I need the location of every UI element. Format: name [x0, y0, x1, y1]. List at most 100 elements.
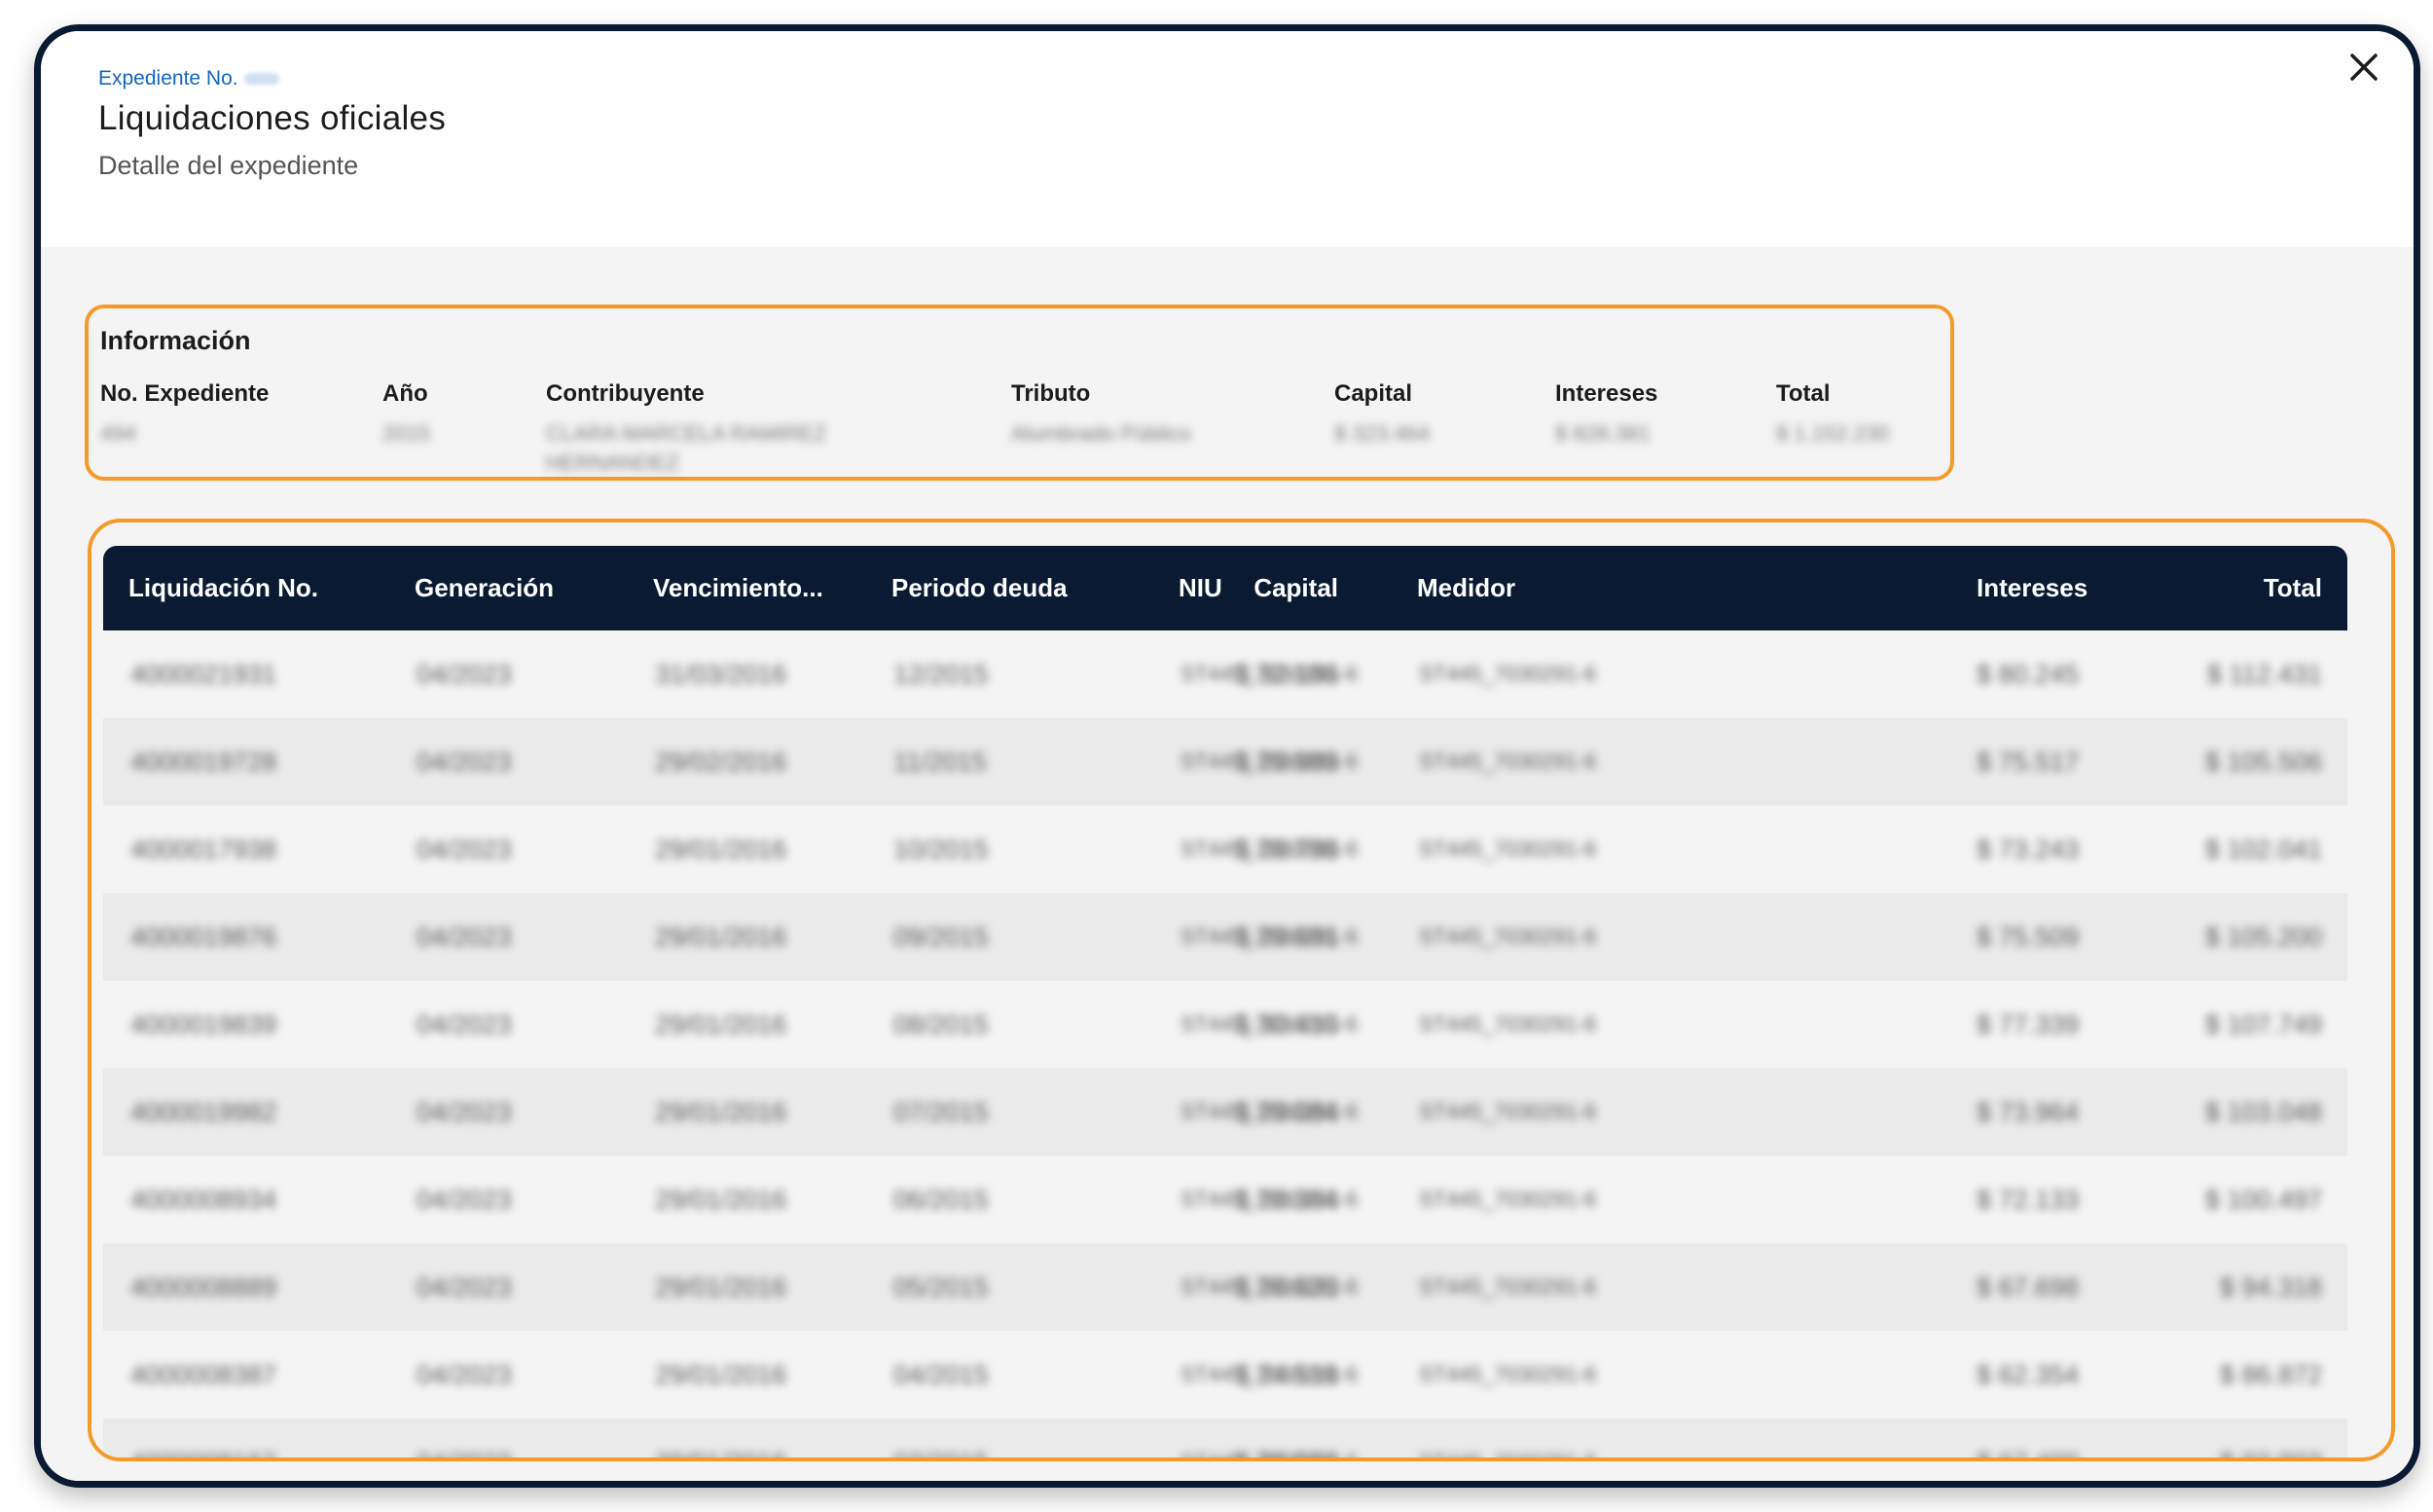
cell-vencimiento: 29/01/2016 — [655, 835, 787, 864]
cell-total: $ 86.872 — [2219, 1360, 2322, 1389]
info-label: Intereses — [1555, 380, 1658, 407]
cell-intereses: $ 75.509 — [1977, 922, 2080, 952]
info-field-anio: Año 2015 — [382, 380, 430, 449]
info-value: 2015 — [382, 421, 430, 446]
column-header-medidor[interactable]: Medidor — [1417, 546, 1515, 630]
cell-capital: $ 30.410 — [1235, 1010, 1338, 1039]
dialog-body: Información No. Expediente 494 Año 2015 … — [41, 247, 2414, 1481]
cell-liquidacion: 4000019839 — [130, 1010, 277, 1039]
column-header-capital[interactable]: Capital — [1253, 546, 1338, 630]
cell-medidor: ST445_7030291-6 — [1419, 837, 1597, 861]
cell-vencimiento: 29/01/2016 — [655, 1419, 786, 1458]
cell-medidor: ST445_7030291-6 — [1419, 662, 1597, 686]
column-header-periodo[interactable]: Periodo deuda — [891, 546, 1068, 630]
dialog-header: Expediente No. Liquidaciones oficiales D… — [41, 31, 2414, 247]
cell-capital: $ 29.691 — [1235, 922, 1338, 952]
cell-capital: $ 32.186 — [1235, 660, 1338, 689]
cell-total: $ 112.431 — [2206, 660, 2322, 689]
column-header-niu[interactable]: NIU — [1179, 546, 1222, 630]
cell-total: $ 100.497 — [2204, 1185, 2322, 1214]
cell-periodo: 04/2015 — [893, 1360, 989, 1389]
cell-medidor: ST445_7030291-6 — [1419, 1012, 1597, 1036]
liquidaciones-table[interactable]: Liquidación No. Generación Vencimiento..… — [103, 546, 2347, 1458]
cell-generacion: 04/2023 — [417, 1419, 512, 1458]
column-header-intereses[interactable]: Intereses — [1977, 546, 2088, 630]
cell-total: $ 102.041 — [2204, 835, 2322, 864]
cell-vencimiento: 29/01/2016 — [655, 922, 787, 952]
table-row[interactable]: 4000008387 04/2023 29/01/2016 04/2015 ST445_… — [103, 1331, 2347, 1419]
info-label: Año — [382, 380, 428, 407]
cell-capital: $ 24.518 — [1235, 1360, 1338, 1389]
table-row[interactable]: 4000019728 04/2023 29/02/2016 11/2015 ST445_… — [103, 718, 2347, 806]
cell-capital: $ 28.798 — [1235, 835, 1338, 864]
table-row[interactable]: 4000019982 04/2023 29/01/2016 07/2015 ST445_… — [103, 1068, 2347, 1156]
cell-liquidacion: 4000008889 — [130, 1273, 277, 1302]
table-row[interactable]: 4000019839 04/2023 29/01/2016 08/2015 ST445_… — [103, 981, 2347, 1068]
cell-intereses: $ 73.964 — [1977, 1098, 2080, 1127]
info-field-expediente: No. Expediente 494 — [100, 380, 269, 449]
info-label: Total — [1776, 380, 1831, 407]
cell-periodo: 10/2015 — [893, 835, 989, 864]
cell-total: $ 105.200 — [2204, 922, 2322, 952]
info-value: Alumbrado Público — [1011, 421, 1191, 446]
cell-periodo: 08/2015 — [893, 1010, 989, 1039]
info-panel: Información No. Expediente 494 Año 2015 … — [85, 305, 1954, 481]
column-header-vencimiento[interactable]: Vencimiento... — [653, 546, 823, 630]
cell-intereses: $ 67.400 — [1977, 1419, 2079, 1458]
cell-periodo: 12/2015 — [893, 660, 989, 689]
cell-vencimiento: 31/03/2016 — [655, 660, 787, 689]
table-row[interactable]: 4000021931 04/2023 31/03/2016 12/2015 ST445_… — [103, 630, 2347, 718]
cell-total: $ 103.048 — [2204, 1098, 2322, 1127]
cell-liquidacion: 4000021931 — [130, 660, 277, 689]
table-row[interactable]: 4000008162 04/2023 29/01/2016 03/2015 ST445_… — [103, 1419, 2347, 1458]
column-header-generacion[interactable]: Generación — [415, 546, 554, 630]
column-header-total[interactable]: Total — [2264, 546, 2322, 630]
info-value: $ 323.464 — [1334, 421, 1430, 446]
cell-medidor: ST445_7030291-6 — [1419, 1275, 1597, 1299]
cell-generacion: 04/2023 — [417, 922, 512, 952]
page-subtitle: Detalle del expediente — [98, 151, 359, 180]
modal-dialog: Expediente No. Liquidaciones oficiales D… — [34, 24, 2420, 1488]
close-icon[interactable] — [2342, 46, 2385, 89]
cell-generacion: 04/2023 — [417, 747, 512, 776]
cell-generacion: 04/2023 — [417, 1010, 512, 1039]
cell-generacion: 04/2023 — [417, 1360, 512, 1389]
info-field-intereses: Intereses $ 828.381 — [1555, 380, 1657, 449]
cell-periodo: 05/2015 — [893, 1273, 989, 1302]
cell-liquidacion: 4000019876 — [130, 922, 277, 952]
info-value: 494 — [100, 421, 136, 446]
cell-periodo: 06/2015 — [893, 1185, 989, 1214]
cell-total: $ 105.506 — [2204, 747, 2322, 776]
close-button[interactable] — [2342, 46, 2385, 89]
info-value: CLARA MARCELA RAMIREZ HERNANDEZ — [546, 421, 827, 475]
cell-medidor: ST445_7030291-6 — [1419, 749, 1597, 774]
liquidaciones-table-panel: Liquidación No. Generación Vencimiento..… — [88, 519, 2395, 1461]
table-row[interactable]: 4000019876 04/2023 29/01/2016 09/2015 ST445_… — [103, 893, 2347, 981]
info-label: Contribuyente — [546, 380, 705, 407]
cell-intereses: $ 75.517 — [1977, 747, 2080, 776]
cell-intereses: $ 77.339 — [1977, 1010, 2080, 1039]
cell-liquidacion: 4000008162 — [130, 1419, 276, 1458]
cell-generacion: 04/2023 — [417, 1273, 512, 1302]
column-header-liquidacion[interactable]: Liquidación No. — [128, 546, 318, 630]
cell-medidor: ST445_7030291-6 — [1419, 1419, 1596, 1458]
info-value: $ 1.152.230 — [1776, 421, 1890, 446]
expediente-label: Expediente No. — [98, 67, 279, 90]
table-row[interactable]: 4000008934 04/2023 29/01/2016 06/2015 ST445_… — [103, 1156, 2347, 1243]
cell-medidor: ST445_7030291-6 — [1419, 1099, 1597, 1124]
cell-periodo: 09/2015 — [893, 922, 989, 952]
cell-medidor: ST445_7030291-6 — [1419, 924, 1597, 949]
cell-capital: $ 26.503 — [1236, 1419, 1338, 1458]
table-row[interactable]: 4000008889 04/2023 29/01/2016 05/2015 ST445_… — [103, 1243, 2347, 1331]
cell-generacion: 04/2023 — [417, 660, 512, 689]
cell-liquidacion: 4000008387 — [130, 1360, 277, 1389]
cell-generacion: 04/2023 — [417, 1098, 512, 1127]
table-row[interactable]: 4000017938 04/2023 29/01/2016 10/2015 ST445_… — [103, 806, 2347, 893]
info-value: $ 828.381 — [1555, 421, 1651, 446]
cell-vencimiento: 29/01/2016 — [655, 1273, 787, 1302]
cell-intereses: $ 73.243 — [1977, 835, 2080, 864]
info-field-capital: Capital $ 323.464 — [1334, 380, 1430, 449]
cell-intereses: $ 67.698 — [1977, 1273, 2080, 1302]
table-body: 4000021931 04/2023 31/03/2016 12/2015 ST445_… — [103, 630, 2347, 1458]
info-label: Capital — [1334, 380, 1413, 407]
